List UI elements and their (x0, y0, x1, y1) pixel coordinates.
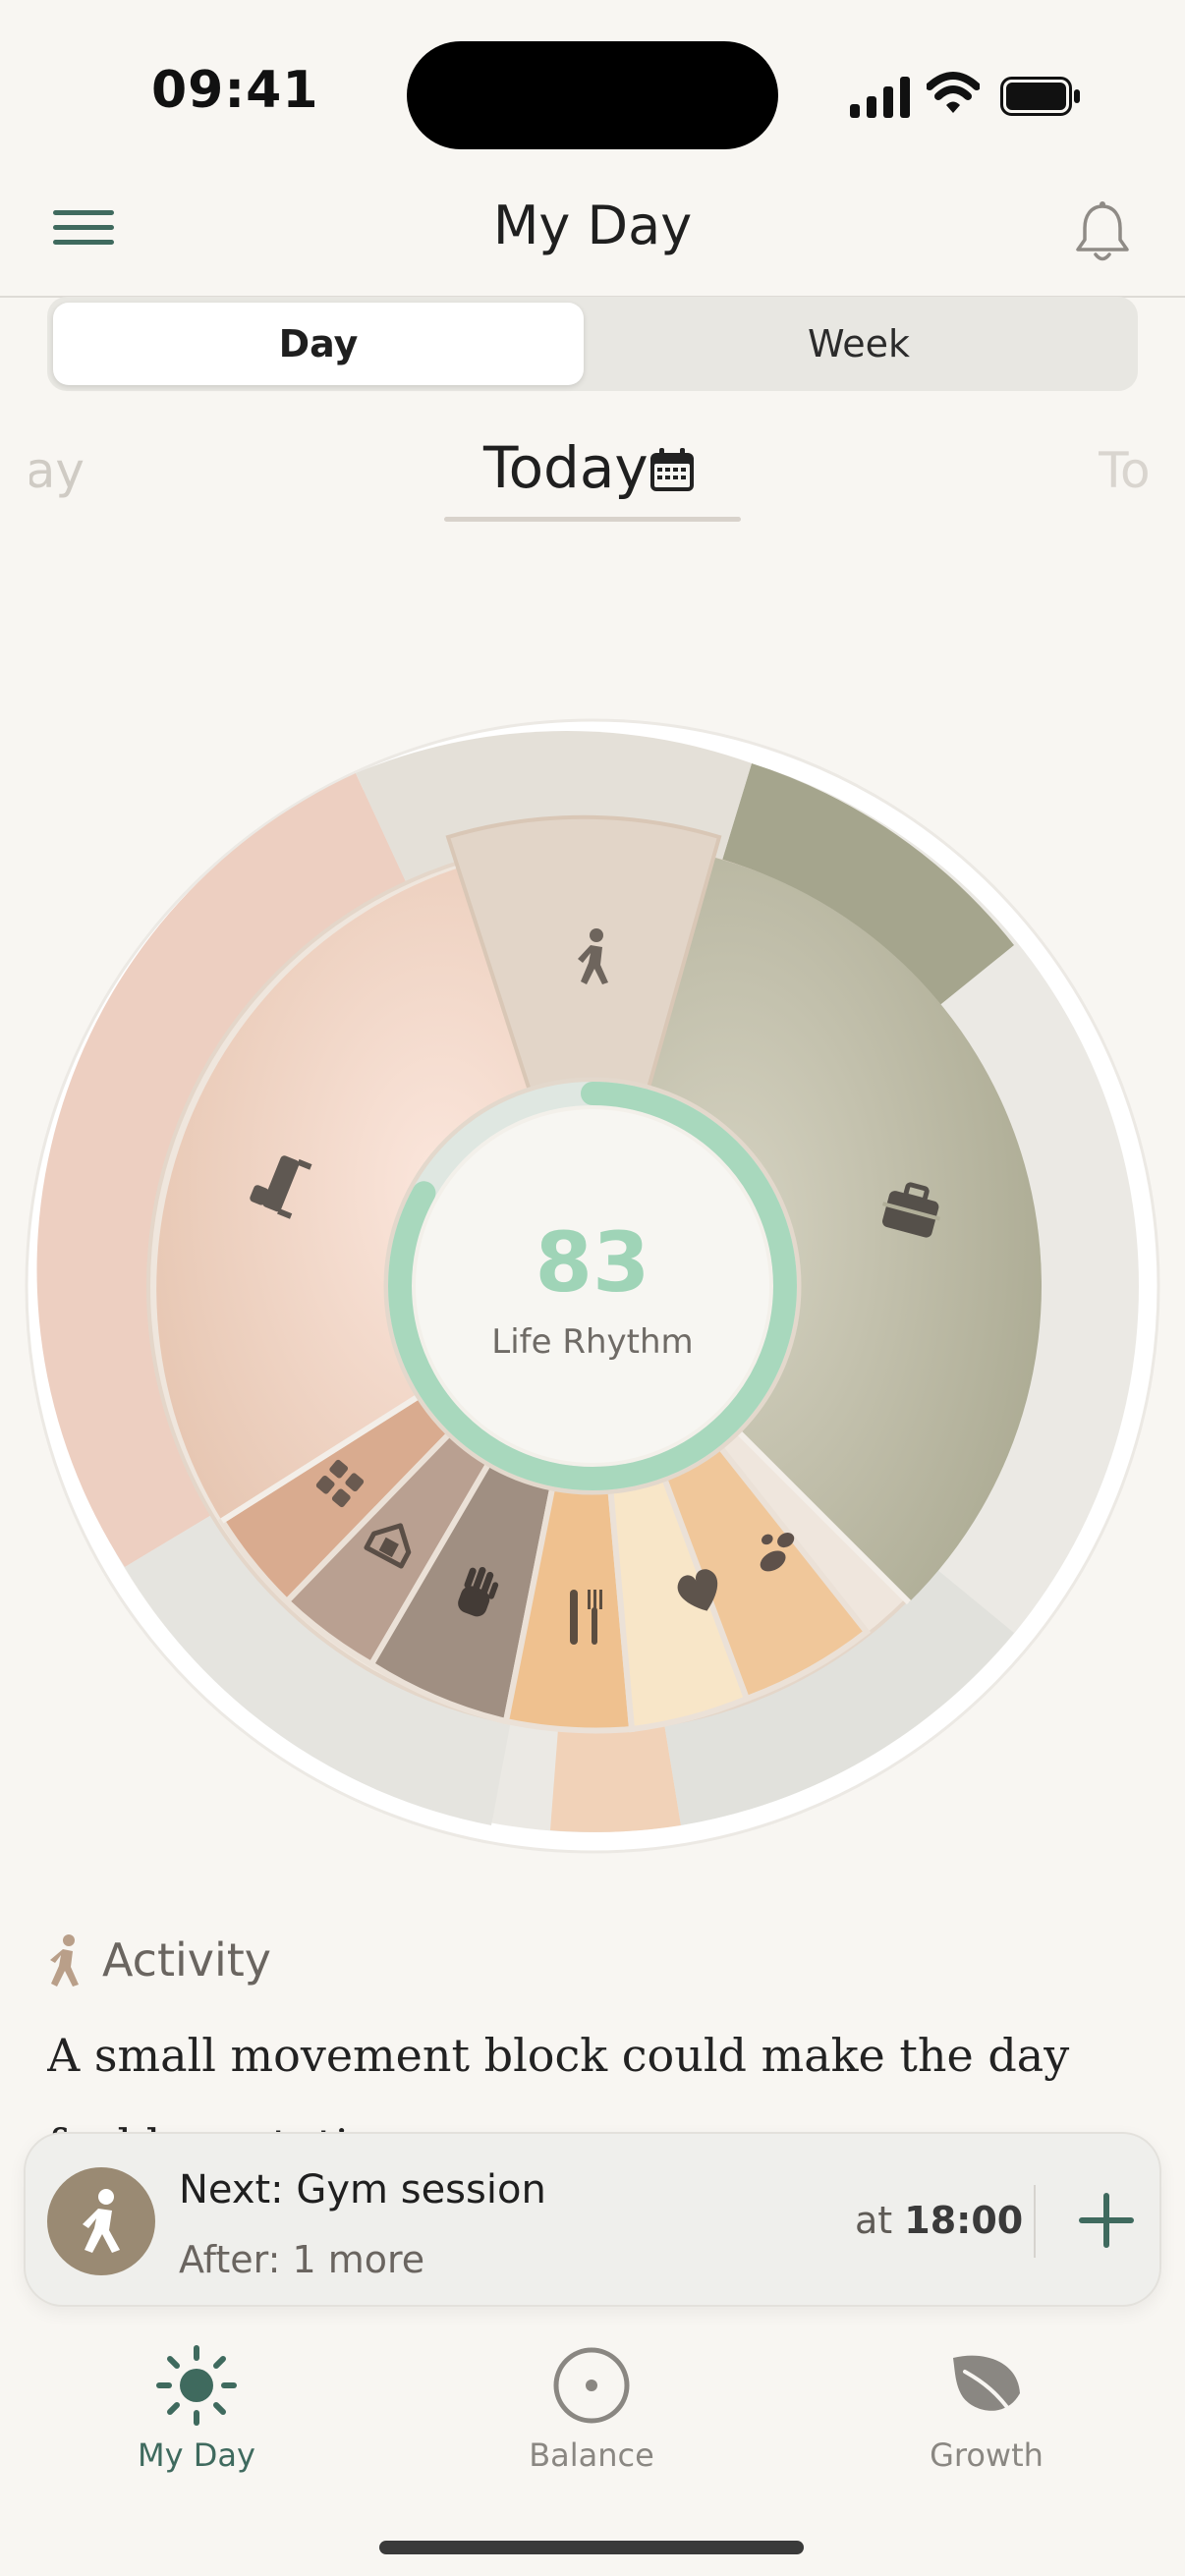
date-current-label[interactable]: Today (483, 434, 649, 501)
home-indicator (379, 2541, 804, 2554)
tab-balance[interactable]: Balance (493, 2344, 690, 2482)
date-prev-label[interactable]: ay (29, 442, 85, 499)
tab-growth[interactable]: Growth (888, 2344, 1085, 2482)
time-prefix: at (855, 2199, 893, 2242)
tab-label: Growth (930, 2436, 1044, 2474)
page-title: My Day (492, 195, 693, 256)
tab-my-day[interactable]: My Day (98, 2344, 295, 2482)
tab-label: My Day (138, 2436, 255, 2474)
card-separator (1034, 2185, 1036, 2258)
target-icon (553, 2347, 630, 2424)
next-event-time: at 18:00 (855, 2199, 1023, 2242)
next-event-title: Next: Gym session (179, 2167, 546, 2212)
segment-week[interactable]: Week (586, 303, 1132, 385)
life-rhythm-label: Life Rhythm (491, 1322, 694, 1362)
cellular-signal-icon (850, 77, 910, 118)
walking-person-icon (50, 1934, 79, 1987)
add-plus-icon[interactable] (1067, 2181, 1146, 2260)
tab-label: Balance (529, 2436, 654, 2474)
next-event-card[interactable]: Next: Gym session After: 1 more at 18:00 (24, 2132, 1161, 2307)
calendar-icon[interactable] (649, 448, 696, 493)
dynamic-island (407, 41, 778, 149)
leaf-icon (953, 2355, 1020, 2419)
time-value: 18:00 (904, 2199, 1024, 2242)
date-underline (444, 517, 741, 522)
date-next-label[interactable]: To (1099, 442, 1157, 499)
walking-person-icon (83, 2189, 120, 2253)
day-week-segmented-control: Day Week (47, 297, 1138, 391)
battery-icon (1000, 77, 1080, 116)
bell-icon[interactable] (1073, 200, 1132, 265)
life-rhythm-score: 83 (535, 1214, 650, 1311)
next-event-avatar (47, 2167, 155, 2275)
segment-day[interactable]: Day (53, 303, 584, 385)
status-time: 09:41 (151, 61, 319, 120)
next-event-subtitle: After: 1 more (179, 2238, 425, 2281)
wifi-icon (927, 72, 980, 113)
insight-title: Activity (102, 1933, 272, 1987)
sun-icon (156, 2345, 237, 2426)
insight-text: A small movement block could make the da… (47, 2029, 1070, 2134)
